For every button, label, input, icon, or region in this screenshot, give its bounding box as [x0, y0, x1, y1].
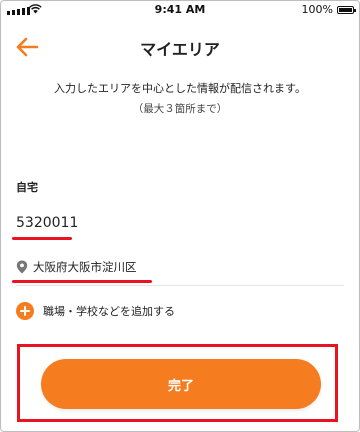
address-highlight	[12, 280, 152, 283]
area-description: 入力したエリアを中心とした情報が配信されます。	[54, 82, 306, 95]
postal-code-input[interactable]	[16, 211, 216, 235]
battery-percentage: 100%	[301, 3, 333, 16]
app-screen: 9:41 AM 100% マイエリア 入力したエリアを中心とした情報が配信されま…	[0, 0, 360, 432]
plus-circle-icon	[16, 302, 34, 320]
battery-level	[339, 8, 352, 12]
area-limit-note: （最大３箇所まで）	[132, 103, 228, 115]
home-section-label: 自宅	[16, 181, 38, 194]
address-text: 大阪府大阪市淀川区	[33, 260, 137, 274]
header: マイエリア	[1, 29, 359, 63]
done-button[interactable]: 完了	[41, 359, 321, 409]
divider	[16, 285, 344, 286]
add-location-button[interactable]: 職場・学校などを追加する	[16, 302, 175, 320]
add-location-label: 職場・学校などを追加する	[43, 305, 175, 318]
page-title: マイエリア	[140, 40, 220, 59]
map-pin-icon	[16, 260, 28, 274]
address-row: 大阪府大阪市淀川区	[16, 259, 137, 275]
status-bar: 9:41 AM 100%	[1, 1, 359, 19]
battery-icon	[337, 6, 356, 14]
postal-code-highlight	[12, 237, 72, 240]
